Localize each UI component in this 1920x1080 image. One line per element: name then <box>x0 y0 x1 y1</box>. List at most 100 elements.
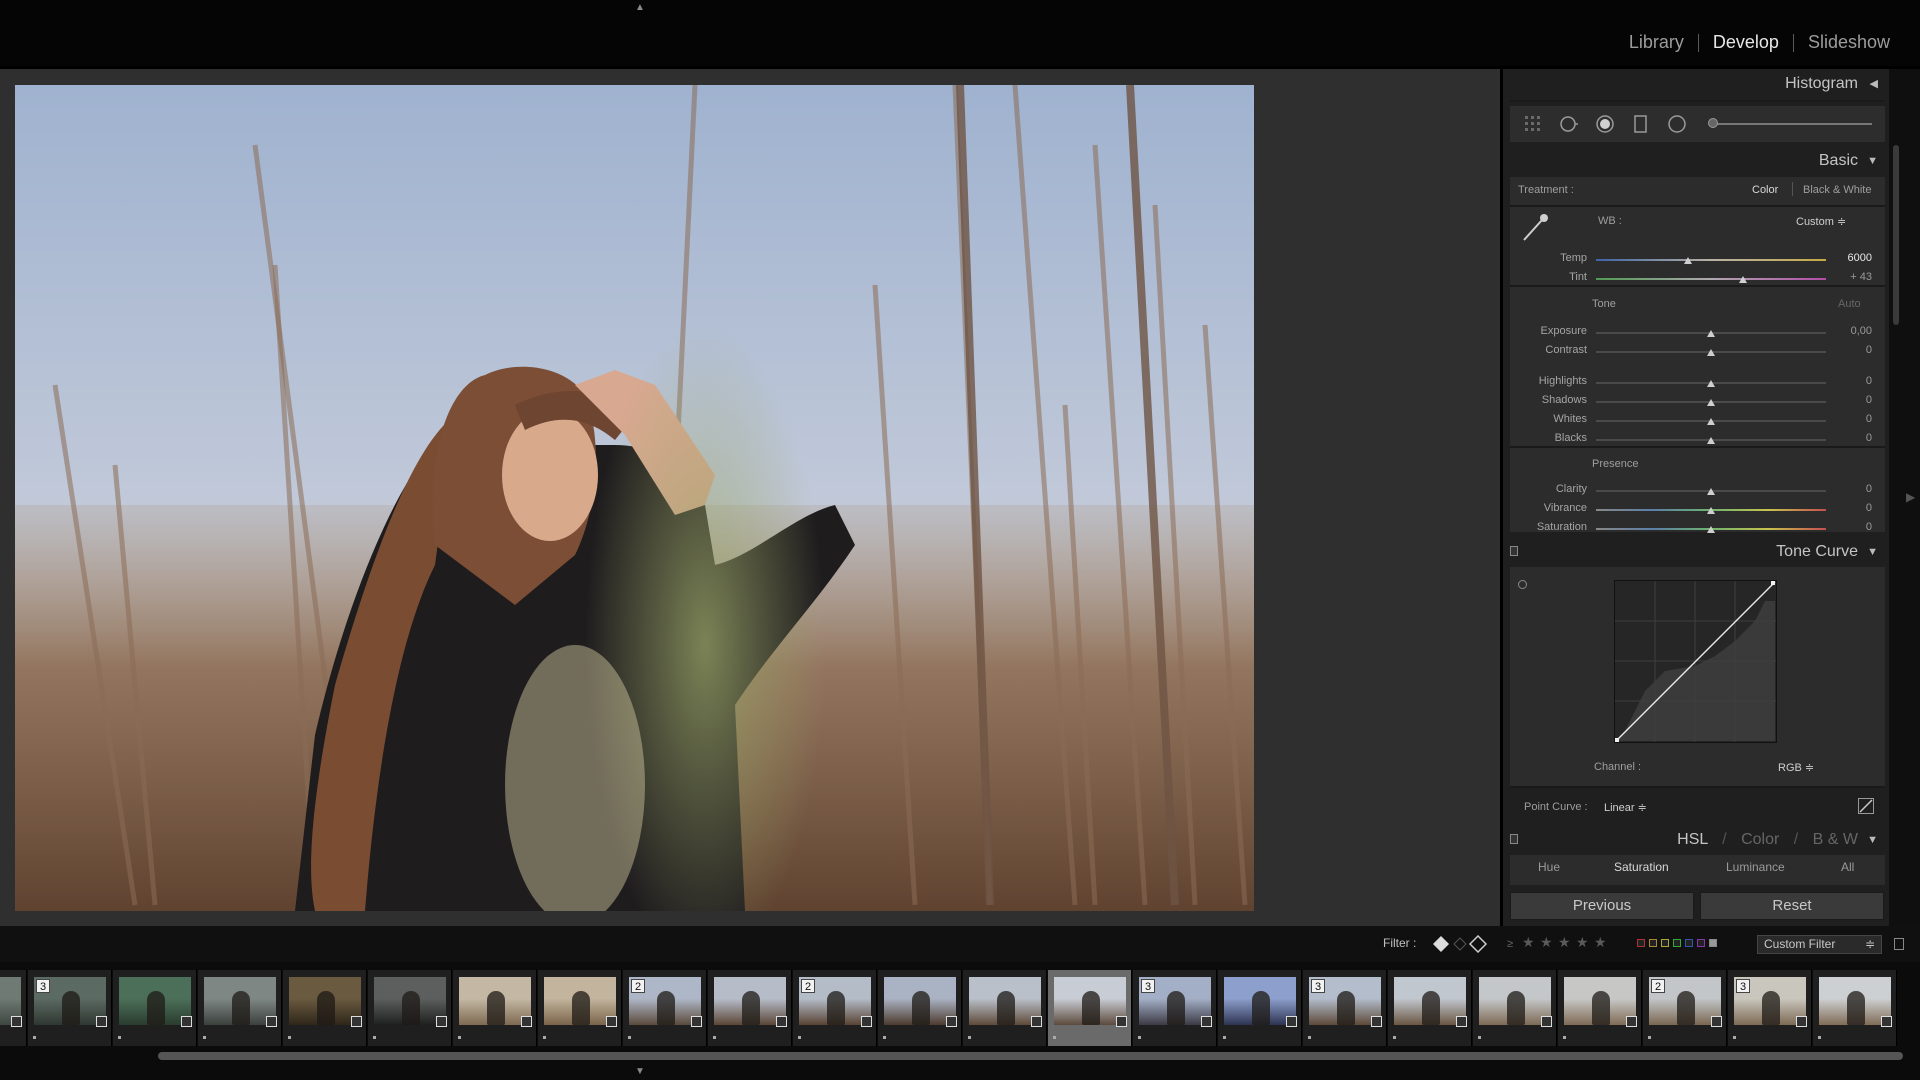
star-filter-icon[interactable]: ★ <box>1540 934 1553 951</box>
filmstrip-scrollbar[interactable] <box>158 1052 1903 1060</box>
radial-filter-icon[interactable] <box>1668 115 1686 133</box>
hsl-bw-title[interactable]: B & W <box>1813 831 1858 848</box>
slider-value-saturation[interactable]: 0 <box>1822 521 1872 533</box>
slider-value-exposure[interactable]: 0,00 <box>1822 325 1872 337</box>
slider-knob-blacks[interactable] <box>1707 437 1715 444</box>
stack-count-badge[interactable]: 2 <box>631 979 645 993</box>
filter-lock-icon[interactable] <box>1894 938 1904 950</box>
module-library[interactable]: Library <box>1615 32 1698 53</box>
slider-track-temp[interactable] <box>1596 259 1826 261</box>
color-label-filter-icon[interactable] <box>1673 939 1681 947</box>
filmstrip-thumbnail[interactable] <box>1388 970 1472 1046</box>
hsl-tab-hue[interactable]: Hue <box>1538 860 1560 874</box>
module-slideshow[interactable]: Slideshow <box>1794 32 1904 53</box>
rating-operator[interactable]: ≥ <box>1507 938 1513 950</box>
filmstrip-thumbnail[interactable] <box>708 970 792 1046</box>
filmstrip-thumbnail[interactable]: 2 <box>623 970 707 1046</box>
filmstrip-thumbnail[interactable] <box>283 970 367 1046</box>
filmstrip-thumbnail[interactable] <box>1473 970 1557 1046</box>
slider-knob-shadows[interactable] <box>1707 399 1715 406</box>
red-eye-icon[interactable] <box>1596 115 1614 133</box>
tone-curve-enable-switch[interactable] <box>1510 546 1518 556</box>
slider-knob-highlights[interactable] <box>1707 380 1715 387</box>
flag-filter-icons[interactable] <box>1432 935 1488 953</box>
slider-knob-tint[interactable] <box>1739 276 1748 283</box>
filmstrip-thumbnail[interactable] <box>368 970 452 1046</box>
hsl-tab-luminance[interactable]: Luminance <box>1726 860 1785 874</box>
slider-knob-temp[interactable] <box>1684 257 1692 264</box>
color-label-filter-icon[interactable] <box>1697 939 1705 947</box>
filmstrip-thumbnail[interactable] <box>453 970 537 1046</box>
filmstrip-thumbnail[interactable] <box>1048 970 1132 1046</box>
wb-dropdown[interactable]: Custom ≑ <box>1796 215 1846 228</box>
basic-header[interactable]: Basic ▼ <box>1506 146 1886 176</box>
histogram-toggle-icon[interactable]: ◀ <box>1870 69 1878 99</box>
slider-knob-vibrance[interactable] <box>1707 507 1715 514</box>
filmstrip-thumbnail[interactable] <box>113 970 197 1046</box>
slider-knob-exposure[interactable] <box>1707 330 1715 337</box>
graduated-filter-icon[interactable] <box>1632 115 1650 133</box>
hsl-enable-switch[interactable] <box>1510 834 1518 844</box>
hsl-title[interactable]: HSL <box>1677 831 1708 848</box>
filmstrip-thumbnail[interactable] <box>878 970 962 1046</box>
filmstrip-thumbnail[interactable]: 3 <box>1133 970 1217 1046</box>
slider-value-blacks[interactable]: 0 <box>1822 432 1872 444</box>
slider-value-clarity[interactable]: 0 <box>1822 483 1872 495</box>
filmstrip-thumbnail[interactable]: 2 <box>793 970 877 1046</box>
right-panel-scrollbar[interactable] <box>1893 145 1899 325</box>
star-filter-icon[interactable]: ★ <box>1522 934 1535 951</box>
filmstrip-thumbnail[interactable] <box>963 970 1047 1046</box>
stack-count-badge[interactable]: 3 <box>36 979 50 993</box>
edit-point-curve-icon[interactable] <box>1858 798 1874 814</box>
collapse-top-panel-icon[interactable]: ▲ <box>633 2 647 13</box>
tone-auto-button[interactable]: Auto <box>1838 298 1861 310</box>
channel-dropdown[interactable]: RGB ≑ <box>1778 761 1814 774</box>
hsl-tab-all[interactable]: All <box>1841 860 1854 874</box>
reset-button[interactable]: Reset <box>1700 892 1884 920</box>
color-label-filter-icon[interactable] <box>1649 939 1657 947</box>
stack-count-badge[interactable]: 3 <box>1311 979 1325 993</box>
color-label-filter-icon[interactable] <box>1685 939 1693 947</box>
slider-knob-contrast[interactable] <box>1707 349 1715 356</box>
filmstrip-thumbnail[interactable] <box>198 970 282 1046</box>
star-filter-icon[interactable]: ★ <box>1594 934 1607 951</box>
slider-track-tint[interactable] <box>1596 278 1826 280</box>
filmstrip-thumbnail[interactable] <box>1218 970 1302 1046</box>
slider-knob-saturation[interactable] <box>1707 526 1715 533</box>
stack-count-badge[interactable]: 3 <box>1141 979 1155 993</box>
module-develop[interactable]: Develop <box>1699 32 1793 53</box>
hsl-color-title[interactable]: Color <box>1741 831 1779 848</box>
slider-value-contrast[interactable]: 0 <box>1822 344 1872 356</box>
slider-knob-clarity[interactable] <box>1707 488 1715 495</box>
crop-overlay-icon[interactable] <box>1524 115 1542 133</box>
stack-count-badge[interactable]: 2 <box>801 979 815 993</box>
stack-count-badge[interactable]: 3 <box>1736 979 1750 993</box>
tone-curve-graph[interactable] <box>1614 580 1777 743</box>
slider-value-temp[interactable]: 6000 <box>1822 252 1872 264</box>
filmstrip-thumbnail[interactable]: 2 <box>1643 970 1727 1046</box>
slider-value-highlights[interactable]: 0 <box>1822 375 1872 387</box>
collapse-filmstrip-icon[interactable]: ▼ <box>633 1066 647 1077</box>
color-label-filter-icon[interactable] <box>1637 939 1645 947</box>
tone-curve-header[interactable]: Tone Curve ▼ <box>1506 537 1886 567</box>
filmstrip-thumbnail[interactable] <box>538 970 622 1046</box>
treatment-color-option[interactable]: Color <box>1752 184 1778 196</box>
color-label-filter-icon[interactable] <box>1709 939 1717 947</box>
filmstrip-thumbnail[interactable]: 3 <box>1728 970 1812 1046</box>
slider-value-tint[interactable]: + 43 <box>1822 271 1872 283</box>
histogram-header[interactable]: Histogram ◀ <box>1506 69 1886 99</box>
hsl-toggle-icon[interactable]: ▼ <box>1867 825 1878 855</box>
filmstrip-thumbnail[interactable] <box>0 970 27 1046</box>
slider-value-vibrance[interactable]: 0 <box>1822 502 1872 514</box>
hsl-header[interactable]: HSL / Color / B & W ▼ <box>1506 825 1886 855</box>
previous-button[interactable]: Previous <box>1510 892 1694 920</box>
star-filter-icon[interactable]: ★ <box>1576 934 1589 951</box>
collapse-right-panel-icon[interactable]: ▶ <box>1906 490 1915 504</box>
filmstrip-thumbnail[interactable]: 3 <box>1303 970 1387 1046</box>
filmstrip-thumbnail[interactable]: 3 <box>28 970 112 1046</box>
slider-value-shadows[interactable]: 0 <box>1822 394 1872 406</box>
spot-removal-icon[interactable] <box>1560 115 1578 133</box>
targeted-adjustment-icon[interactable] <box>1518 580 1527 589</box>
wb-eyedropper-icon[interactable] <box>1520 210 1550 244</box>
filmstrip-thumbnail[interactable] <box>1813 970 1897 1046</box>
